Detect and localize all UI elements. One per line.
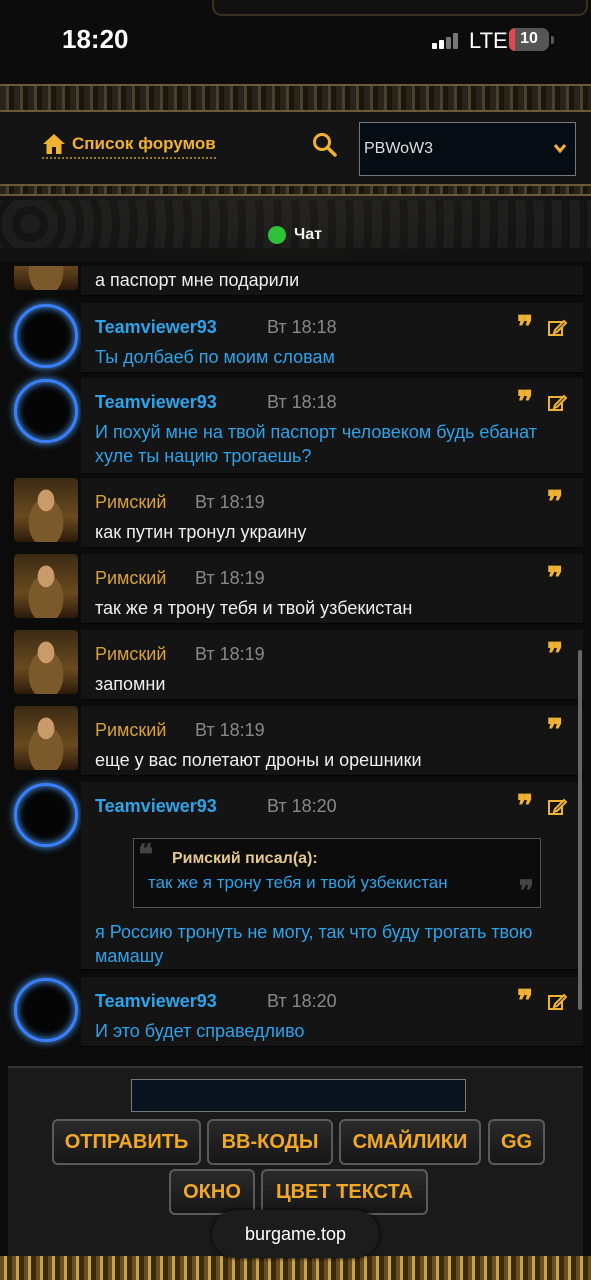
message-text: еще у вас полетают дроны и орешники xyxy=(95,750,422,770)
quote-icon[interactable]: ❞ xyxy=(517,987,537,1017)
message-time: Вт 18:19 xyxy=(195,720,265,740)
avatar[interactable] xyxy=(14,478,78,542)
open-quote-icon: ❝ xyxy=(138,838,154,871)
message-author[interactable]: Teamviewer93 xyxy=(95,392,217,413)
chat-message: Teamviewer93 Вт 18:20 ❞ ❝ Римский писал(… xyxy=(81,782,583,970)
message-time: Вт 18:19 xyxy=(195,568,265,588)
message-author[interactable]: Teamviewer93 xyxy=(95,991,217,1012)
edit-icon[interactable] xyxy=(547,318,567,338)
quote-author: Римский писал(а): xyxy=(172,850,318,867)
window-button[interactable]: ОКНО xyxy=(169,1169,255,1215)
message-time: Вт 18:20 xyxy=(267,991,337,1011)
scrollbar[interactable] xyxy=(578,650,582,1010)
message-time: Вт 18:19 xyxy=(195,492,265,512)
message-text: запомни xyxy=(95,674,166,694)
message-time: Вт 18:19 xyxy=(195,644,265,664)
message-author[interactable]: Teamviewer93 xyxy=(95,317,217,338)
chat-message: а паспорт мне подарили xyxy=(81,266,583,296)
message-text: так же я трону тебя и твой узбекистан xyxy=(95,598,413,618)
status-bar: 18:20 LTE 10 xyxy=(0,0,591,84)
chat-title: Чат xyxy=(268,226,322,244)
quote-icon[interactable]: ❞ xyxy=(547,488,567,518)
message-time: Вт 18:20 xyxy=(267,796,337,816)
avatar[interactable] xyxy=(14,630,78,694)
home-icon xyxy=(43,134,65,154)
edit-icon[interactable] xyxy=(547,797,567,817)
quote-icon[interactable]: ❞ xyxy=(517,388,537,418)
avatar[interactable] xyxy=(14,266,78,290)
forums-list-label: Список форумов xyxy=(72,134,216,153)
gg-button[interactable]: GG xyxy=(488,1119,545,1165)
message-author[interactable]: Римский xyxy=(95,644,166,665)
avatar[interactable] xyxy=(14,304,78,368)
chat-message: Римский Вт 18:19 ❞ запомни xyxy=(81,630,583,700)
online-indicator-icon xyxy=(268,226,286,244)
quote-text: так же я трону тебя и твой узбекистан xyxy=(148,873,448,892)
network-type: LTE xyxy=(469,28,508,53)
quote-icon[interactable]: ❞ xyxy=(547,716,567,746)
edit-icon[interactable] xyxy=(547,992,567,1012)
quote-icon[interactable]: ❞ xyxy=(517,313,537,343)
bbcodes-button[interactable]: BB-КОДЫ xyxy=(207,1119,333,1165)
forums-list-link[interactable]: Список форумов xyxy=(42,133,216,159)
send-button[interactable]: ОТПРАВИТЬ xyxy=(52,1119,201,1165)
ornate-border-mid xyxy=(0,184,591,196)
chevron-down-icon xyxy=(553,144,567,154)
quote-icon[interactable]: ❞ xyxy=(547,640,567,670)
chat-message: Teamviewer93 Вт 18:20 ❞ И это будет спра… xyxy=(81,977,583,1047)
message-author[interactable]: Teamviewer93 xyxy=(95,796,217,817)
url-bar[interactable]: burgame.top xyxy=(212,1210,379,1258)
signal-icon xyxy=(432,33,462,49)
message-text: как путин тронул украину xyxy=(95,522,307,542)
chat-title-label: Чат xyxy=(294,226,322,243)
chat-message: Teamviewer93 Вт 18:18 ❞ Ты долбаеб по мо… xyxy=(81,303,583,373)
smilies-button[interactable]: СМАЙЛИКИ xyxy=(339,1119,481,1165)
forum-select[interactable]: PBWoW3 xyxy=(359,122,576,176)
close-quote-icon: ❞ xyxy=(518,874,534,907)
chat-message: Римский Вт 18:19 ❞ как путин тронул укра… xyxy=(81,478,583,548)
search-icon[interactable] xyxy=(312,132,338,158)
battery-level: 10 xyxy=(520,30,538,47)
message-time: Вт 18:18 xyxy=(267,392,337,412)
forum-select-value: PBWoW3 xyxy=(364,140,434,157)
chat-feed[interactable]: а паспорт мне подарили Teamviewer93 Вт 1… xyxy=(0,266,591,1056)
message-author[interactable]: Римский xyxy=(95,492,166,513)
message-text: я Россию тронуть не могу, так что буду т… xyxy=(95,922,533,966)
message-author[interactable]: Римский xyxy=(95,568,166,589)
quote-icon[interactable]: ❞ xyxy=(547,564,567,594)
text-color-button[interactable]: ЦВЕТ ТЕКСТА xyxy=(261,1169,428,1215)
status-time: 18:20 xyxy=(62,24,129,54)
quoted-message: ❝ Римский писал(а): так же я трону тебя … xyxy=(133,838,541,908)
battery-icon: 10 xyxy=(509,28,554,51)
message-text: И похуй мне на твой паспорт человеком бу… xyxy=(95,422,537,466)
edit-icon[interactable] xyxy=(547,393,567,413)
chat-message: Римский Вт 18:19 ❞ так же я трону тебя и… xyxy=(81,554,583,624)
frame-top-decoration xyxy=(212,0,588,16)
avatar[interactable] xyxy=(14,379,78,443)
message-text: а паспорт мне подарили xyxy=(95,270,300,290)
avatar[interactable] xyxy=(14,783,78,847)
chat-message: Teamviewer93 Вт 18:18 ❞ И похуй мне на т… xyxy=(81,378,583,474)
message-author[interactable]: Римский xyxy=(95,720,166,741)
message-time: Вт 18:18 xyxy=(267,317,337,337)
ornate-border-bottom xyxy=(0,1256,591,1280)
avatar[interactable] xyxy=(14,554,78,618)
ornate-border-top xyxy=(0,84,591,112)
quote-icon[interactable]: ❞ xyxy=(517,792,537,822)
avatar[interactable] xyxy=(14,978,78,1042)
avatar[interactable] xyxy=(14,706,78,770)
message-text: И это будет справедливо xyxy=(95,1021,305,1041)
message-text: Ты долбаеб по моим словам xyxy=(95,347,335,367)
chat-message: Римский Вт 18:19 ❞ еще у вас полетают др… xyxy=(81,706,583,776)
chat-input[interactable] xyxy=(131,1079,466,1112)
